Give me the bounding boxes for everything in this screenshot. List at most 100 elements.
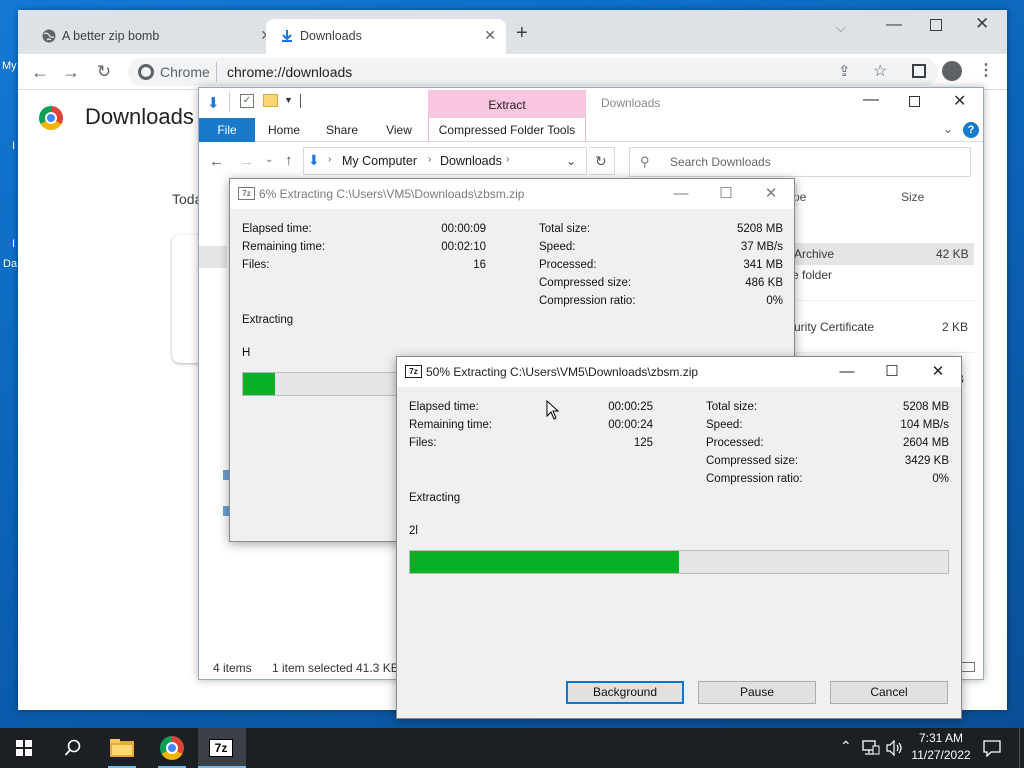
explorer-search-box[interactable]: ⚲ Search Downloads (629, 147, 971, 177)
show-desktop-button[interactable] (1019, 728, 1024, 768)
file-type: Archive (794, 247, 835, 261)
address-bar[interactable]: ⬇ › My Computer › Downloads › ⌄ (303, 147, 587, 175)
chevron-right-icon: › (328, 154, 332, 165)
network-icon[interactable] (862, 740, 880, 756)
extract-titlebar: 7z 50% Extracting C:\Users\VM5\Downloads… (397, 357, 961, 387)
omnibox-divider (216, 62, 217, 82)
profile-avatar[interactable] (942, 61, 962, 81)
omnibox[interactable]: Chrome chrome://downloads ⇪ ☆ (128, 58, 938, 86)
desktop-icon-label[interactable]: Da (3, 258, 17, 270)
desktop-icon-label[interactable]: My (2, 60, 17, 72)
forward-button[interactable]: → (239, 153, 254, 170)
7zip-icon: 7z (238, 187, 255, 200)
chrome-icon (160, 736, 184, 760)
maximize-button[interactable] (909, 96, 920, 107)
speed-label: Speed: (539, 241, 576, 253)
new-folder-icon[interactable] (263, 94, 278, 107)
minimize-button[interactable]: — (836, 361, 858, 383)
compression-ratio-value: 0% (932, 473, 949, 485)
elapsed-value: 00:00:25 (608, 401, 653, 413)
progress-fill (243, 373, 276, 395)
back-button[interactable]: ← (209, 153, 224, 170)
tab-zip-bomb[interactable]: A better zip bomb ✕ (28, 19, 272, 54)
share-icon[interactable]: ⇪ (838, 62, 851, 80)
breadcrumb-my-computer[interactable]: My Computer (342, 154, 417, 168)
pause-button[interactable]: Pause (698, 681, 816, 704)
ribbon-expand-icon[interactable]: ⌄ (943, 122, 953, 136)
tab-downloads[interactable]: Downloads ✕ (266, 19, 506, 54)
customize-quick-access-icon[interactable]: ▼ (284, 95, 293, 105)
file-row[interactable]: curity Certificate 2 KB (784, 316, 974, 338)
contextual-tab-label: Extract (488, 98, 526, 112)
minimize-button[interactable]: — (886, 16, 902, 34)
minimize-button[interactable]: — (670, 183, 692, 205)
chrome-toolbar: ← → ↻ Chrome chrome://downloads ⇪ ☆ ⋮ (18, 54, 1007, 90)
close-window-button[interactable]: ✕ (927, 361, 949, 383)
new-tab-button[interactable]: + (516, 23, 528, 43)
tab-share[interactable]: Share (317, 118, 367, 142)
download-arrow-icon: ⬇ (207, 95, 220, 112)
close-window-button[interactable]: ✕ (760, 183, 782, 205)
taskbar-file-explorer[interactable] (98, 728, 146, 768)
compression-ratio-value: 0% (766, 295, 783, 307)
menu-kebab-icon[interactable]: ⋮ (978, 60, 994, 80)
volume-icon[interactable] (886, 740, 904, 756)
maximize-button[interactable]: ☐ (715, 183, 737, 205)
taskbar-7zip[interactable]: 7z (198, 728, 246, 768)
downloads-folder-icon: ⬇ (308, 152, 320, 168)
tab-title: Downloads (300, 29, 362, 43)
up-button[interactable]: ↑ (285, 152, 293, 169)
close-window-button[interactable]: ✕ (975, 14, 989, 34)
maximize-button[interactable] (930, 19, 942, 31)
forward-button[interactable]: → (61, 62, 81, 82)
action-center-icon[interactable] (983, 739, 1001, 757)
column-type-header[interactable]: pe (793, 190, 806, 204)
clock-time[interactable]: 7:31 AM (906, 731, 976, 745)
back-button[interactable]: ← (30, 62, 50, 82)
cancel-button[interactable]: Cancel (830, 681, 948, 704)
url-text[interactable]: chrome://downloads (227, 64, 352, 80)
tab-view[interactable]: View (374, 118, 424, 142)
7zip-icon: 7z (405, 365, 422, 378)
refresh-button[interactable]: ↻ (589, 147, 615, 175)
show-hidden-icons-button[interactable]: ⌃ (840, 738, 852, 755)
tab-compressed-folder-tools[interactable]: Compressed Folder Tools (428, 118, 586, 142)
progress-bar (409, 550, 949, 574)
reload-button[interactable]: ↻ (94, 62, 114, 82)
close-window-button[interactable]: ✕ (953, 91, 966, 111)
background-button[interactable]: Background (566, 681, 684, 704)
processed-value: 2604 MB (902, 437, 949, 449)
side-panel-icon[interactable] (912, 64, 926, 78)
taskbar-search-button[interactable] (48, 728, 96, 768)
bookmark-star-icon[interactable]: ☆ (873, 61, 887, 81)
selection-size: 41.3 KB (356, 661, 399, 675)
start-button[interactable] (0, 728, 48, 768)
nav-pane-selected (199, 246, 227, 268)
file-type: curity Certificate (788, 320, 875, 334)
close-icon[interactable]: ✕ (484, 27, 496, 44)
file-explorer-icon (110, 739, 134, 757)
details-view-icon[interactable] (961, 662, 975, 672)
total-size-label: Total size: (539, 223, 591, 235)
maximize-button[interactable]: ☐ (881, 361, 903, 383)
breadcrumb-downloads[interactable]: Downloads (440, 154, 502, 168)
taskbar-chrome[interactable] (148, 728, 196, 768)
item-count: 4 items (213, 661, 252, 675)
chevron-down-icon[interactable]: ⌄ (566, 154, 576, 168)
minimize-button[interactable]: — (863, 91, 879, 109)
help-icon[interactable]: ? (963, 122, 979, 138)
tab-file[interactable]: File (199, 118, 255, 142)
file-row[interactable]: e folder (784, 264, 974, 286)
desktop-icon-label[interactable]: I (12, 238, 15, 250)
compressed-size-label: Compressed size: (706, 455, 799, 467)
tab-home[interactable]: Home (259, 118, 309, 142)
clock-date[interactable]: 11/27/2022 (906, 748, 976, 762)
column-size-header[interactable]: Size (901, 190, 924, 204)
search-placeholder: Search Downloads (670, 155, 771, 169)
desktop-icon-label[interactable]: I (12, 140, 15, 152)
tab-search-icon[interactable]: ⌵ (836, 20, 846, 36)
file-row[interactable]: Archive 42 KB (784, 243, 974, 265)
properties-icon[interactable]: ✓ (240, 94, 254, 108)
processed-label: Processed: (539, 259, 597, 271)
recent-locations-icon[interactable]: ⌄ (265, 154, 273, 165)
